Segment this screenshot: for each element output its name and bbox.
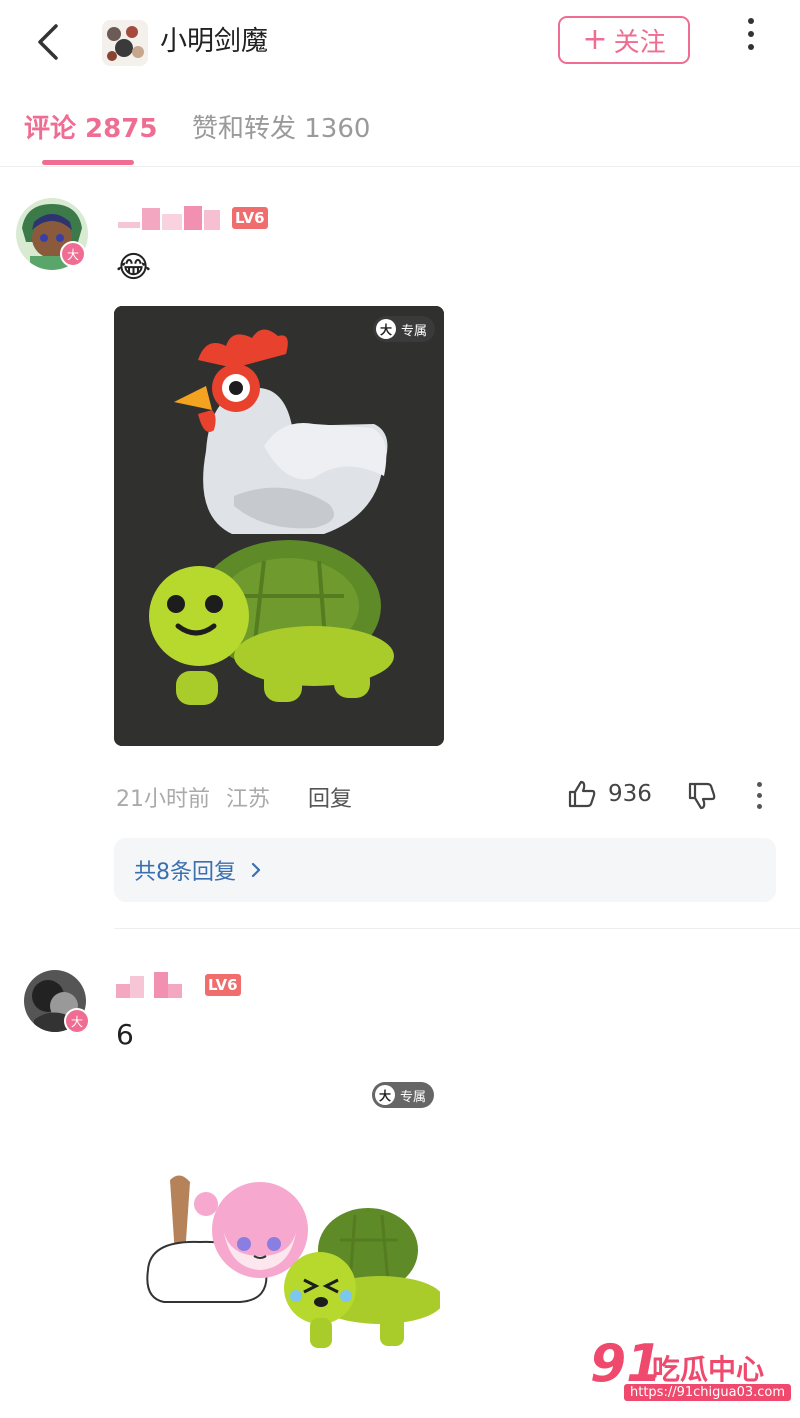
exclusive-badge-label: 专属 — [400, 1089, 427, 1105]
exclusive-badge-letter: 大 — [376, 319, 396, 339]
back-arrow-icon[interactable] — [30, 20, 70, 64]
tab-divider — [0, 166, 800, 167]
profile-avatar[interactable] — [102, 20, 148, 66]
replies-summary: 共8条回复 — [134, 860, 236, 885]
avatar-badge: 大 — [64, 1008, 90, 1034]
comment-time: 21小时前 — [116, 787, 210, 812]
exclusive-badge: 大 专属 — [372, 1082, 435, 1108]
thumbs-down-icon[interactable] — [686, 780, 718, 812]
plus-icon: + — [582, 22, 608, 57]
profile-name[interactable]: 小明剑魔 — [160, 24, 268, 60]
tab-comments[interactable]: 评论 2875 — [24, 108, 157, 145]
active-tab-indicator — [42, 160, 134, 165]
comment-more-icon[interactable] — [752, 782, 766, 810]
comment-sticker-image[interactable] — [140, 1160, 444, 1360]
watermark-brand: 吃瓜中心 — [652, 1353, 765, 1386]
comment-divider — [114, 928, 800, 929]
exclusive-badge-label: 专属 — [401, 323, 428, 339]
chevron-right-icon — [251, 862, 261, 878]
avatar-badge: 大 — [60, 241, 86, 267]
chicken-on-turtle-sticker — [114, 306, 444, 746]
thumbs-up-icon[interactable] — [566, 778, 598, 810]
comment-emoji: 😂 — [116, 250, 152, 285]
tab-likes-reposts[interactable]: 赞和转发 1360 — [192, 108, 370, 145]
exclusive-badge-letter: 大 — [375, 1085, 395, 1105]
girl-and-turtle-sticker — [146, 1175, 444, 1348]
level-badge: LV6 — [232, 207, 268, 229]
view-replies-button[interactable]: 共8条回复 — [114, 838, 776, 902]
follow-label: 关注 — [613, 27, 666, 58]
comment-text: 6 — [116, 1018, 134, 1051]
exclusive-badge: 大 专属 — [373, 316, 436, 342]
level-badge: LV6 — [205, 974, 241, 996]
comment-image[interactable] — [114, 306, 444, 746]
like-count: 936 — [608, 781, 652, 807]
watermark-url: https://91chigua03.com — [624, 1384, 792, 1401]
reply-button[interactable]: 回复 — [308, 781, 352, 813]
follow-button[interactable]: + 关注 — [558, 16, 690, 64]
more-options-icon[interactable] — [736, 18, 766, 64]
username-redacted — [116, 972, 182, 998]
comment-location: 江苏 — [226, 787, 271, 812]
username-redacted — [118, 204, 222, 230]
